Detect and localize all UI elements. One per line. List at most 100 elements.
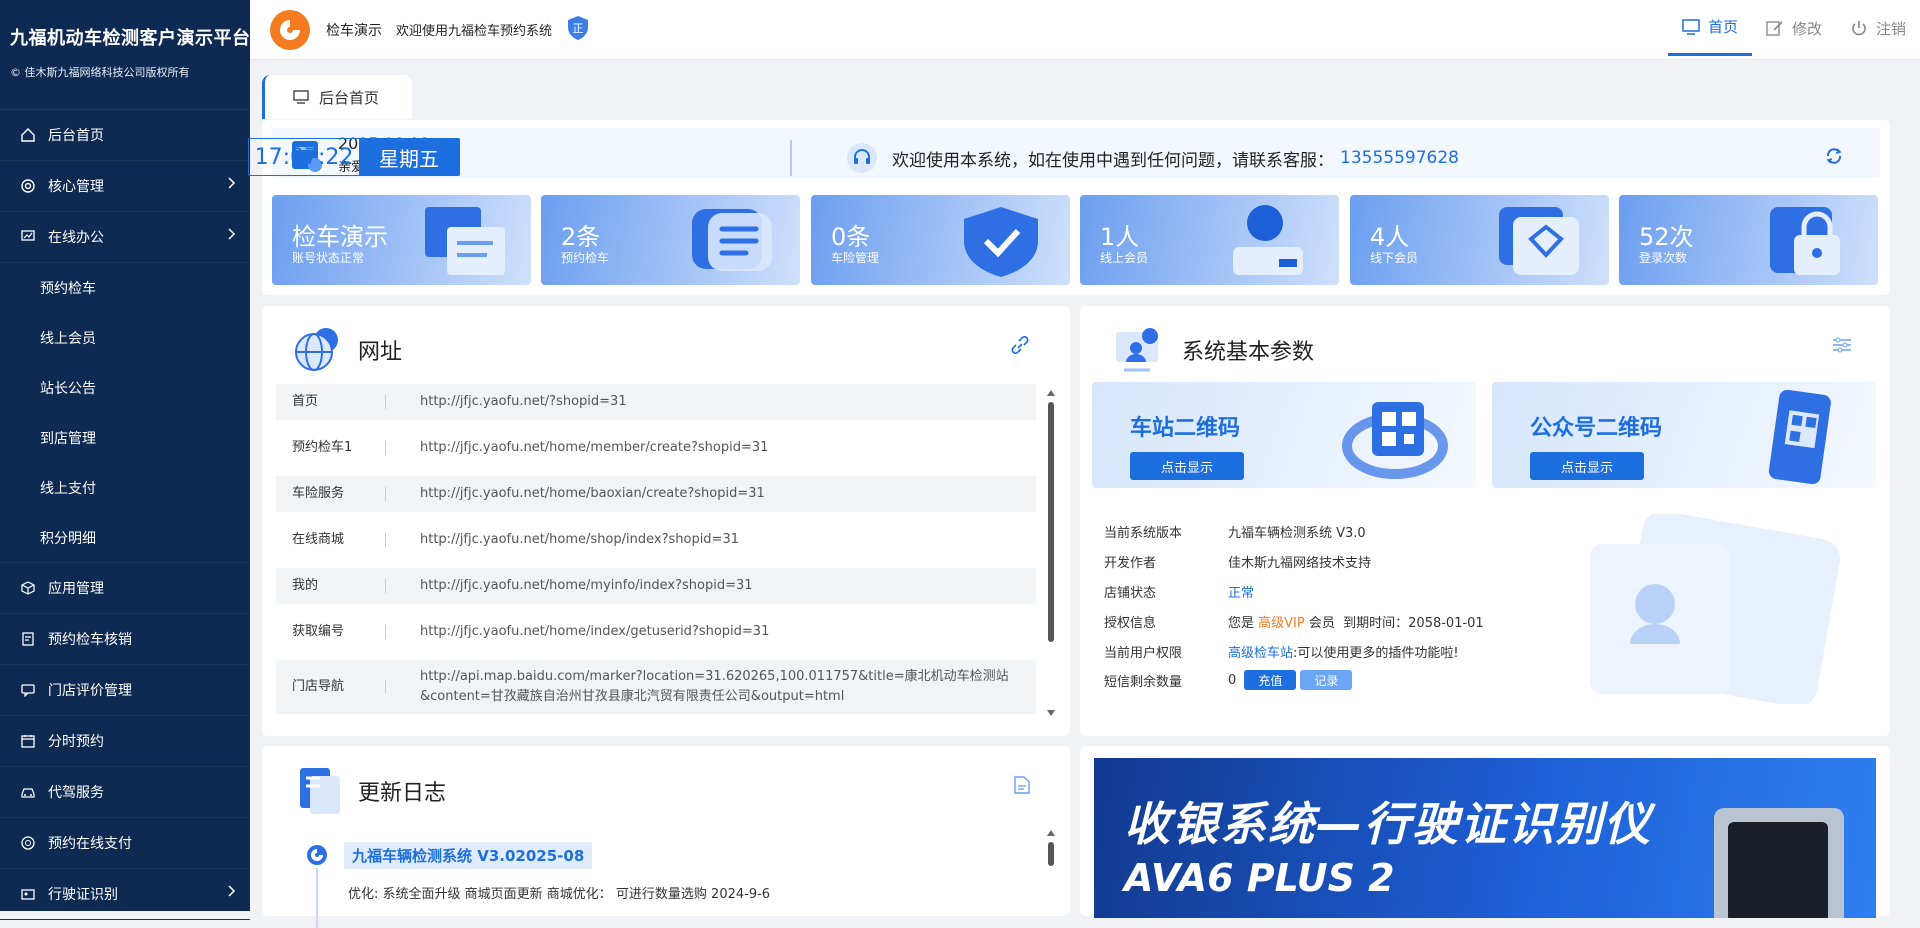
stat-card-online-members[interactable]: 1人 线上会员	[1080, 195, 1339, 285]
notice-text: 欢迎使用本系统，如在使用中遇到任何问题，请联系客服：	[892, 150, 1334, 171]
param-key: 授权信息	[1104, 616, 1157, 631]
diamond-icon	[1499, 207, 1579, 275]
sidebar-item-label: 代驾服务	[48, 785, 104, 801]
url-row: 在线商城 http://jfjc.yaofu.net/home/shop/inde…	[276, 522, 1036, 558]
param-permission: 当前用户权限 高级检车站:可以使用更多的插件功能啦!	[1104, 642, 1459, 661]
sidebar-item-apps[interactable]: 应用管理	[0, 563, 250, 614]
sidebar-item-office[interactable]: 在线办公	[0, 212, 250, 263]
sidebar-sub-notice[interactable]: 站长公告	[0, 363, 250, 413]
sidebar-sub-payment[interactable]: 线上支付	[0, 463, 250, 513]
top-nav: 首页 修改 注销	[1667, 0, 1920, 60]
list-bubble-icon	[692, 209, 772, 271]
param-key: 店铺状态	[1104, 586, 1157, 601]
url-key: 门店导航	[276, 680, 386, 694]
qr-title: 公众号二维码	[1530, 416, 1663, 441]
svg-text:正: 正	[573, 22, 584, 35]
banner-subtitle: AVA6 PLUS 2	[1124, 856, 1395, 900]
show-station-qr-button[interactable]: 点击显示	[1130, 452, 1244, 480]
url-row: 车险服务 http://jfjc.yaofu.net/home/baoxian/c…	[276, 476, 1036, 512]
scrollbar[interactable]	[1046, 388, 1056, 718]
cube-icon	[20, 580, 36, 596]
monitor-icon	[293, 90, 309, 104]
monitor-person-icon	[1116, 328, 1158, 372]
sidebar-sub-booking[interactable]: 预约检车	[0, 263, 250, 313]
stat-card-offline-members[interactable]: 4人 线下会员	[1350, 195, 1609, 285]
panel-header: 网址	[292, 326, 402, 374]
url-row: 首页 http://jfjc.yaofu.net/?shopid=31	[276, 384, 1036, 420]
url-value[interactable]: http://jfjc.yaofu.net/home/myinfo/index?…	[386, 576, 753, 596]
sidebar-sub-online-member[interactable]: 线上会员	[0, 313, 250, 363]
tab-home[interactable]: 后台首页	[262, 75, 412, 119]
refresh-icon[interactable]	[1824, 146, 1844, 170]
timeline-line	[316, 868, 318, 928]
sidebar-item-timeslot[interactable]: 分时预约	[0, 716, 250, 767]
tab-label: 后台首页	[319, 88, 380, 107]
stat-card-insurance[interactable]: 0条 车险管理	[811, 195, 1070, 285]
comment-icon	[20, 682, 36, 698]
document-icon	[300, 768, 340, 814]
url-key: 预约检车1	[276, 441, 386, 455]
weekday: 星期五	[359, 139, 459, 175]
stat-value: 检车演示	[292, 223, 388, 251]
sidebar-item-core[interactable]: 核心管理	[0, 161, 250, 212]
stat-value: 1人	[1100, 223, 1140, 251]
sidebar-sub-points[interactable]: 积分明细	[0, 513, 250, 563]
stat-card-account[interactable]: 检车演示 账号状态正常	[272, 195, 531, 285]
url-key: 获取编号	[276, 625, 386, 639]
nav-edit-button[interactable]: 修改	[1752, 0, 1836, 56]
qr-code-icon	[1342, 402, 1448, 479]
sidebar: 九福机动车检测客户演示平台 © 佳木斯九福网络科技公司版权所有 后台首页 核心管…	[0, 0, 250, 920]
nav-edit-label: 修改	[1791, 19, 1822, 38]
url-value[interactable]: http://jfjc.yaofu.net/home/index/getuser…	[386, 622, 769, 642]
url-value[interactable]: http://jfjc.yaofu.net/home/member/create…	[386, 438, 768, 458]
sidebar-item-verify[interactable]: 预约检车核销	[0, 614, 250, 665]
account-name: 检车演示	[326, 22, 382, 39]
param-key: 开发作者	[1104, 556, 1157, 571]
stat-label: 预约检车	[561, 251, 610, 265]
sms-count: 0	[1228, 672, 1237, 688]
sidebar-item-license[interactable]: 行驶证识别	[0, 869, 250, 920]
stat-card-bookings[interactable]: 2条 预约检车	[541, 195, 800, 285]
url-value[interactable]: http://jfjc.yaofu.net/home/baoxian/creat…	[386, 484, 765, 504]
url-row: 门店导航 http://api.map.baidu.com/marker?loca…	[276, 660, 1036, 714]
sidebar-item-home[interactable]: 后台首页	[0, 110, 250, 161]
nav-home-button[interactable]: 首页	[1667, 0, 1752, 56]
settings-sliders-icon[interactable]	[1832, 336, 1852, 358]
sidebar-item-reviews[interactable]: 门店评价管理	[0, 665, 250, 716]
url-value[interactable]: http://jfjc.yaofu.net/?shopid=31	[386, 392, 627, 412]
sidebar-item-driver[interactable]: 代驾服务	[0, 767, 250, 818]
sidebar-item-label: 应用管理	[48, 581, 104, 597]
sidebar-sub-store[interactable]: 到店管理	[0, 413, 250, 463]
current-time: 17:07:22	[254, 144, 354, 170]
phone-qr-icon	[1768, 389, 1831, 485]
file-icon[interactable]	[1014, 776, 1030, 798]
system-params-panel: 系统基本参数 车站二维码 点击显示 公众号二维码 点击显示 当前系统版本 九福车辆…	[1080, 306, 1890, 736]
nav-logout-button[interactable]: 注销	[1836, 0, 1920, 56]
url-value[interactable]: http://jfjc.yaofu.net/home/shop/index?sh…	[386, 530, 739, 550]
scrollbar[interactable]	[1046, 828, 1056, 872]
recharge-button[interactable]: 充值	[1244, 670, 1297, 690]
globe-icon	[295, 328, 338, 371]
param-status: 店铺状态 正常	[1104, 582, 1254, 601]
welcome-text: 欢迎使用九福检车预约系统	[396, 24, 553, 39]
show-wechat-qr-button[interactable]: 点击显示	[1530, 452, 1644, 480]
url-row: 我的 http://jfjc.yaofu.net/home/myinfo/inde…	[276, 568, 1036, 604]
promo-banner[interactable]: 收银系统—行驶证识别仪 AVA6 PLUS 2	[1094, 758, 1876, 918]
verified-shield-icon: 正	[566, 15, 590, 45]
coin-icon	[20, 835, 36, 851]
param-auth: 授权信息 您是 高级VIP 会员 到期时间：2058-01-01	[1104, 612, 1484, 631]
sidebar-header: 九福机动车检测客户演示平台 © 佳木斯九福网络科技公司版权所有	[0, 0, 250, 110]
stat-card-logins[interactable]: 52次 登录次数	[1619, 195, 1878, 285]
sidebar-item-label: 后台首页	[48, 128, 104, 144]
changelog-panel: 更新日志 九福车辆检测系统 V3.02025-08 优化: 系统全面升级 商城页…	[262, 746, 1070, 928]
sidebar-item-online-pay[interactable]: 预约在线支付	[0, 818, 250, 869]
url-line: &content=甘孜藏族自治州甘孜县康北汽贸有限责任公司&output=htm…	[420, 689, 845, 704]
id-card-icon	[20, 886, 36, 902]
permission-link[interactable]: 高级检车站	[1228, 642, 1293, 661]
param-key: 当前系统版本	[1104, 526, 1183, 541]
record-button[interactable]: 记录	[1300, 670, 1353, 690]
url-value[interactable]: http://api.map.baidu.com/marker?location…	[386, 667, 1009, 707]
support-phone[interactable]: 13555597628	[1340, 148, 1459, 168]
vip-badge: 高级VIP	[1258, 616, 1305, 631]
link-icon[interactable]	[1010, 336, 1030, 358]
